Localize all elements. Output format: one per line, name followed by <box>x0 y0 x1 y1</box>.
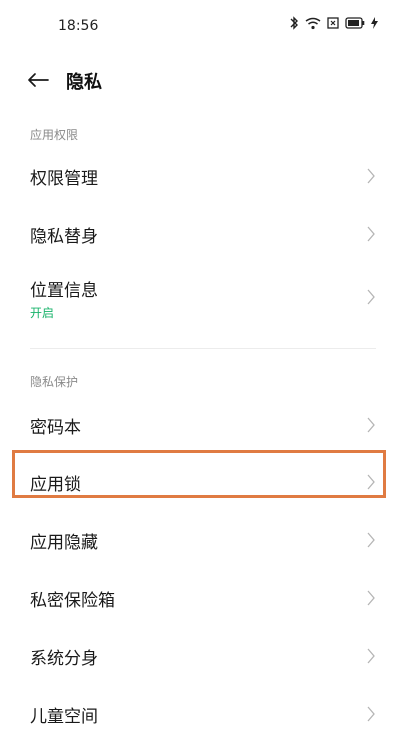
location-status: 开启 <box>30 306 55 320</box>
section-divider <box>30 348 376 349</box>
row-label: 隐私替身 <box>30 227 98 247</box>
status-time: 18:56 <box>58 18 99 34</box>
row-app-hide[interactable]: 应用隐藏 <box>0 511 402 567</box>
chevron-right-icon <box>367 417 375 433</box>
page-title: 隐私 <box>66 72 102 93</box>
row-label: 系统分身 <box>30 649 98 669</box>
arrow-left-icon <box>28 73 49 87</box>
row-label: 私密保险箱 <box>30 591 115 611</box>
row-app-lock[interactable]: 应用锁 <box>0 453 402 509</box>
back-button[interactable] <box>22 66 54 94</box>
row-location-info[interactable]: 位置信息 开启 <box>0 262 402 332</box>
section-label-app-permissions: 应用权限 <box>30 128 79 142</box>
row-permission-management[interactable]: 权限管理 <box>0 148 402 204</box>
section-label-privacy-protection: 隐私保护 <box>30 375 79 389</box>
sim-icon <box>327 17 339 29</box>
chevron-right-icon <box>367 590 375 606</box>
chevron-right-icon <box>367 532 375 548</box>
chevron-right-icon <box>367 226 375 242</box>
row-kids-space[interactable]: 儿童空间 <box>0 685 402 737</box>
status-icons <box>289 16 378 30</box>
chevron-right-icon <box>367 706 375 722</box>
bluetooth-icon <box>290 16 298 30</box>
charging-icon <box>371 17 378 29</box>
status-bar: 18:56 <box>0 0 402 56</box>
row-privacy-substitute[interactable]: 隐私替身 <box>0 205 402 261</box>
chevron-right-icon <box>367 474 375 490</box>
row-system-clone[interactable]: 系统分身 <box>0 627 402 683</box>
row-label: 应用锁 <box>30 475 81 495</box>
chevron-right-icon <box>367 168 375 184</box>
chevron-right-icon <box>367 289 375 305</box>
header: 隐私 <box>0 56 402 104</box>
battery-icon <box>345 17 365 29</box>
row-private-safe[interactable]: 私密保险箱 <box>0 569 402 625</box>
row-label: 应用隐藏 <box>30 533 98 553</box>
chevron-right-icon <box>367 648 375 664</box>
row-label: 密码本 <box>30 418 81 438</box>
row-label: 位置信息 <box>30 281 98 301</box>
row-password-book[interactable]: 密码本 <box>0 396 402 452</box>
wifi-icon <box>305 17 321 29</box>
row-label: 儿童空间 <box>30 707 98 727</box>
row-label: 权限管理 <box>30 169 98 189</box>
